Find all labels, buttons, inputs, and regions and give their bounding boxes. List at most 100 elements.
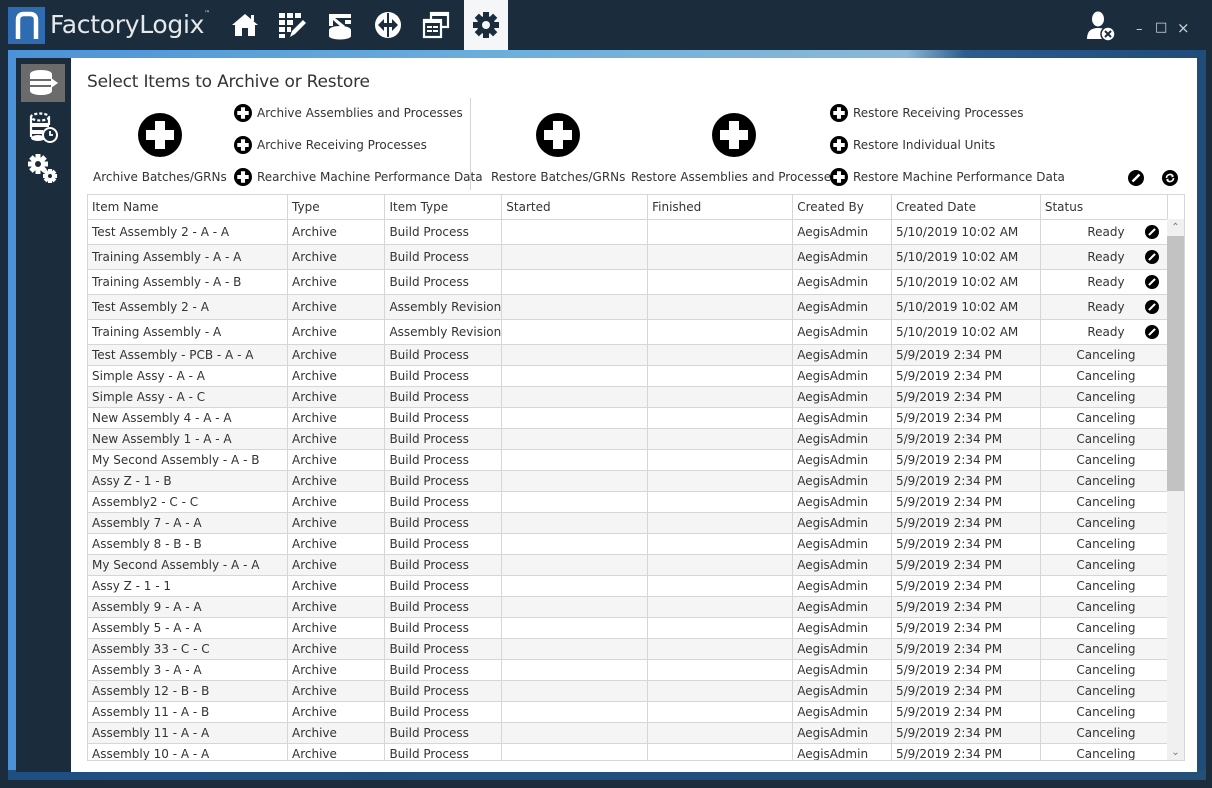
vertical-scrollbar[interactable]: ⌃ ⌄ <box>1167 219 1184 760</box>
archive-assemblies-label: Archive Assemblies and Processes <box>257 106 463 120</box>
cell-type: Archive <box>287 269 386 295</box>
cancel-icon[interactable] <box>1145 249 1160 264</box>
sidebar-item-settings[interactable] <box>21 150 65 188</box>
column-header-created-by[interactable]: Created By <box>792 195 892 220</box>
table-row[interactable]: Simple Assy - A - A Archive Build Process A… <box>88 365 1184 387</box>
refresh-button[interactable] <box>1162 170 1178 186</box>
cell-type: Archive <box>287 512 386 534</box>
cell-finished <box>647 386 794 408</box>
cell-status: Ready <box>1040 244 1169 270</box>
cell-type: Archive <box>287 743 386 760</box>
table-row[interactable]: Assy Z - 1 - 1 Archive Build Process AegisA… <box>88 575 1184 597</box>
rearchive-machine-button[interactable]: Rearchive Machine Performance Data <box>234 168 483 186</box>
cell-created-by: AegisAdmin <box>792 386 892 408</box>
cell-created-by: AegisAdmin <box>792 365 892 387</box>
scroll-up-icon[interactable]: ⌃ <box>1167 219 1184 236</box>
restore-batches-button[interactable]: Restore Batches/GRNs <box>491 113 625 184</box>
column-header-finished[interactable]: Finished <box>647 195 794 220</box>
maximize-button[interactable]: □ <box>1155 20 1167 35</box>
cell-created-date: 5/9/2019 2:34 PM <box>891 575 1041 597</box>
restore-machine-label: Restore Machine Performance Data <box>853 170 1065 184</box>
database-import-icon <box>329 14 351 40</box>
table-row[interactable]: Test Assembly 2 - A Archive Assembly Revis… <box>88 294 1184 320</box>
table-row[interactable]: Assembly 8 - B - B Archive Build Process Ae… <box>88 533 1184 555</box>
cell-created-by: AegisAdmin <box>792 638 892 660</box>
cell-started <box>501 407 649 429</box>
cell-item-type: Build Process <box>384 491 503 513</box>
column-header-status[interactable]: Status <box>1040 195 1169 220</box>
cell-status: Canceling <box>1040 512 1169 534</box>
table-row[interactable]: Assembly 11 - A - A Archive Build Process A… <box>88 722 1184 744</box>
table-row[interactable]: My Second Assembly - A - A Archive Build P… <box>88 554 1184 576</box>
cell-item-name: Assy Z - 1 - 1 <box>88 575 289 597</box>
cell-type: Archive <box>287 638 386 660</box>
table-row[interactable]: Test Assembly - PCB - A - A Archive Build … <box>88 344 1184 366</box>
cancel-icon[interactable] <box>1145 224 1160 239</box>
table-row[interactable]: Test Assembly 2 - A - A Archive Build Proc… <box>88 219 1184 245</box>
table-row[interactable]: Assembly 11 - A - B Archive Build Process A… <box>88 701 1184 723</box>
cell-item-type: Build Process <box>384 470 503 492</box>
cancel-icon[interactable] <box>1145 324 1160 339</box>
cell-status: Canceling <box>1040 554 1169 576</box>
table-row[interactable]: Simple Assy - A - C Archive Build Process A… <box>88 386 1184 408</box>
table-row[interactable]: Assembly 10 - A - A Archive Build Process A… <box>88 743 1184 760</box>
cell-created-by: AegisAdmin <box>792 722 892 744</box>
scroll-down-icon[interactable]: ⌄ <box>1167 744 1184 760</box>
cell-started <box>501 386 649 408</box>
restore-machine-button[interactable]: Restore Machine Performance Data <box>830 168 1065 186</box>
nav-transfer[interactable] <box>366 0 410 50</box>
cancel-icon[interactable] <box>1145 299 1160 314</box>
sidebar-item-archive[interactable] <box>21 64 65 102</box>
table-row[interactable]: Assembly 5 - A - A Archive Build Process Ae… <box>88 617 1184 639</box>
archive-receiving-button[interactable]: Archive Receiving Processes <box>234 136 427 154</box>
table-row[interactable]: New Assembly 4 - A - A Archive Build Proce… <box>88 407 1184 429</box>
nav-windows[interactable] <box>414 0 458 50</box>
status-text: Canceling <box>1076 389 1136 404</box>
nav-database-import[interactable] <box>317 0 361 50</box>
column-header-created-date[interactable]: Created Date <box>891 195 1041 220</box>
cell-finished <box>647 638 794 660</box>
cell-created-date: 5/9/2019 2:34 PM <box>891 365 1041 387</box>
restore-assemblies-button[interactable]: Restore Assemblies and Processes <box>631 113 837 184</box>
close-button[interactable]: × <box>1177 19 1190 37</box>
sidebar-item-schedule[interactable] <box>21 108 65 146</box>
table-row[interactable]: Assy Z - 1 - B Archive Build Process AegisA… <box>88 470 1184 492</box>
restore-units-button[interactable]: Restore Individual Units <box>830 136 995 154</box>
table-row[interactable]: Training Assembly - A - B Archive Build Pr… <box>88 269 1184 295</box>
column-header-started[interactable]: Started <box>501 195 649 220</box>
table-row[interactable]: Assembly 12 - B - B Archive Build Process A… <box>88 680 1184 702</box>
scrollbar-thumb[interactable] <box>1167 236 1184 491</box>
archive-assemblies-button[interactable]: Archive Assemblies and Processes <box>234 104 463 122</box>
cell-item-name: My Second Assembly - A - A <box>88 554 289 576</box>
column-header-item-name[interactable]: Item Name <box>88 195 289 220</box>
archive-batches-button[interactable]: Archive Batches/GRNs <box>93 113 227 184</box>
cell-created-by: AegisAdmin <box>792 244 892 270</box>
table-row[interactable]: Assembly 9 - A - A Archive Build Process Ae… <box>88 596 1184 618</box>
table-row[interactable]: Assembly 7 - A - A Archive Build Process Ae… <box>88 512 1184 534</box>
cancel-all-button[interactable] <box>1128 170 1144 186</box>
status-text: Canceling <box>1076 683 1136 698</box>
table-row[interactable]: My Second Assembly - A - B Archive Build P… <box>88 449 1184 471</box>
cell-started <box>501 617 649 639</box>
table-row[interactable]: Assembly2 - C - C Archive Build Process Aeg… <box>88 491 1184 513</box>
cell-type: Archive <box>287 244 386 270</box>
cell-finished <box>647 491 794 513</box>
cell-created-by: AegisAdmin <box>792 554 892 576</box>
cell-created-date: 5/9/2019 2:34 PM <box>891 638 1041 660</box>
table-row[interactable]: Assembly 3 - A - A Archive Build Process Ae… <box>88 659 1184 681</box>
table-row[interactable]: Training Assembly - A - A Archive Build Pr… <box>88 244 1184 270</box>
cell-created-date: 5/9/2019 2:34 PM <box>891 386 1041 408</box>
restore-receiving-button[interactable]: Restore Receiving Processes <box>830 104 1023 122</box>
column-header-item-type[interactable]: Item Type <box>384 195 503 220</box>
nav-home[interactable] <box>223 0 267 50</box>
table-row[interactable]: Assembly 33 - C - C Archive Build Process A… <box>88 638 1184 660</box>
minimize-button[interactable]: – <box>1136 22 1143 37</box>
user-logout-button[interactable] <box>1086 10 1116 46</box>
nav-settings[interactable] <box>464 0 508 50</box>
column-header-type[interactable]: Type <box>287 195 386 220</box>
table-row[interactable]: New Assembly 1 - A - A Archive Build Proce… <box>88 428 1184 450</box>
cancel-icon[interactable] <box>1145 274 1160 289</box>
nav-grid-edit[interactable] <box>270 0 314 50</box>
cell-status: Ready <box>1040 219 1169 245</box>
table-row[interactable]: Training Assembly - A Archive Assembly Rev… <box>88 319 1184 345</box>
